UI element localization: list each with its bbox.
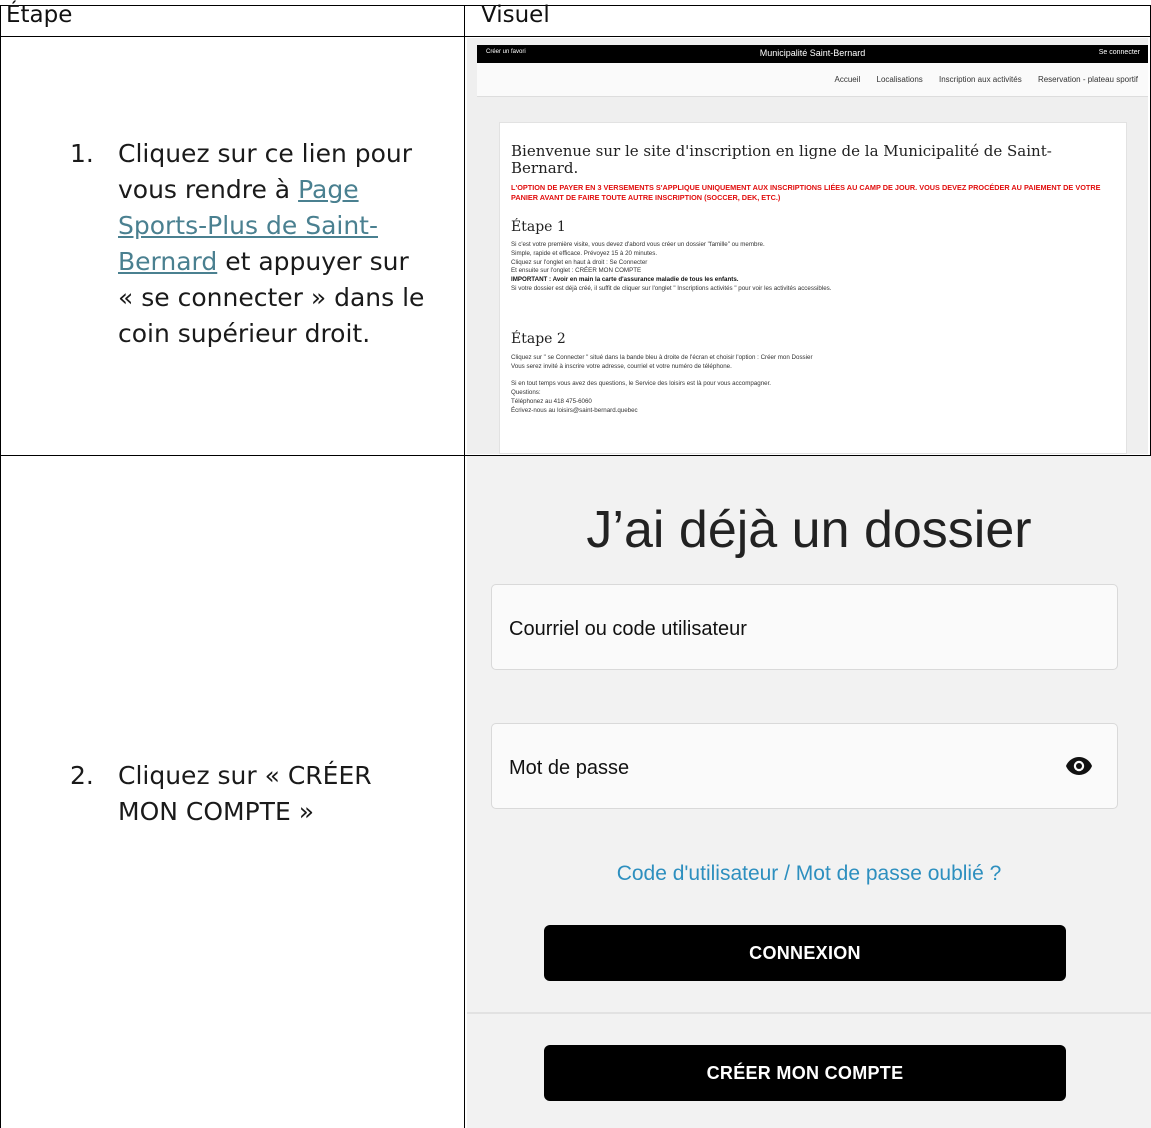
forgot-password-link[interactable]: Code d'utilisateur / Mot de passe oublié… <box>467 862 1151 886</box>
table-border-top <box>0 5 1151 6</box>
step2-text: 2. Cliquez sur « CRÉER MON COMPTE » <box>70 758 460 838</box>
etape1-line: Cliquez sur l'onglet en haut à droit : S… <box>511 258 648 266</box>
etape2-text: Cliquez sur " se Connecter " situé dans … <box>511 354 1121 416</box>
etape2-line: Questions: <box>511 389 541 397</box>
header-visual: Visuel <box>481 2 550 28</box>
site-topbar: Créer un favori Municipalité Saint-Berna… <box>477 45 1148 63</box>
step1-line4-text: et appuyer sur <box>217 247 409 276</box>
etape2-line: Vous serez invité à inscrire votre adres… <box>511 362 732 370</box>
login-link[interactable]: Se connecter <box>1099 49 1140 56</box>
header-step: Étape <box>6 2 73 28</box>
etape1-text: Si c'est votre première visite, vous dev… <box>511 241 1121 294</box>
etape2-line <box>511 372 1121 381</box>
eye-icon[interactable] <box>1065 756 1093 776</box>
table-column-divider <box>464 5 465 1128</box>
login-title: J’ai déjà un dossier <box>586 501 1032 559</box>
nav-item-localisations[interactable]: Localisations <box>877 75 923 84</box>
welcome-heading: Bienvenue sur le site d'inscription en l… <box>511 142 1052 177</box>
etape1-line: IMPORTANT : Avoir en main la carte d'ass… <box>511 276 1121 285</box>
connexion-button[interactable]: CONNEXION <box>544 925 1066 981</box>
step1-line: Bernard et appuyer sur <box>118 244 424 280</box>
nav-items: Accueil Localisations Inscription aux ac… <box>820 75 1138 84</box>
sports-plus-link[interactable]: Sports-Plus de Saint- <box>118 211 378 240</box>
step1-text: 1. Cliquez sur ce lien pour vous rendre … <box>70 136 460 366</box>
etape2-line: Écrivez-nous au loisirs@saint-bernard.qu… <box>511 406 638 414</box>
step1-line: « se connecter » dans le <box>118 283 425 312</box>
sports-plus-link[interactable]: Bernard <box>118 247 217 276</box>
step1-body: Cliquez sur ce lien pour vous rendre à P… <box>118 136 424 352</box>
step1-number: 1. <box>70 139 94 168</box>
etape1-line: Si votre dossier est déjà créé, il suffi… <box>511 284 832 292</box>
step2-line: Cliquez sur « CRÉER <box>118 761 372 790</box>
create-account-button[interactable]: CRÉER MON COMPTE <box>544 1045 1066 1101</box>
welcome-card: Bienvenue sur le site d'inscription en l… <box>499 122 1127 454</box>
important-note: IMPORTANT : Avoir en main la carte d'ass… <box>511 276 739 284</box>
nav-item-inscription[interactable]: Inscription aux activités <box>939 75 1022 84</box>
nav-item-reservation[interactable]: Reservation - plateau sportif <box>1038 75 1138 84</box>
etape2-line: Si en tout temps vous avez des questions… <box>511 380 772 388</box>
email-field[interactable]: Courriel ou code utilisateur <box>491 584 1118 670</box>
step2-body: Cliquez sur « CRÉER MON COMPTE » <box>118 758 372 830</box>
table-border-left <box>0 5 1 1128</box>
nav-item-accueil[interactable]: Accueil <box>834 75 860 84</box>
etape1-line: Si c'est votre première visite, vous dev… <box>511 241 765 248</box>
step1-line: Cliquez sur ce lien pour <box>118 139 413 168</box>
email-field-label: Courriel ou code utilisateur <box>509 618 747 640</box>
etape2-line: Cliquez sur " se Connecter " situé dans … <box>511 354 813 361</box>
step1-line: coin supérieur droit. <box>118 319 371 348</box>
step1-line: Sports-Plus de Saint- <box>118 208 424 244</box>
site-nav: Accueil Localisations Inscription aux ac… <box>477 63 1148 97</box>
password-field[interactable]: Mot de passe <box>491 723 1118 809</box>
etape1-heading: Étape 1 <box>511 219 566 235</box>
password-field-label: Mot de passe <box>509 757 630 779</box>
etape1-line: Et ensuite sur l'onglet : CRÉER MON COMP… <box>511 267 642 275</box>
step1-line2-text: vous rendre à <box>118 175 299 204</box>
step2-number: 2. <box>70 761 94 790</box>
section-divider <box>467 1012 1151 1014</box>
step1-line: vous rendre à Page <box>118 172 424 208</box>
site-title: Municipalité Saint-Bernard <box>759 48 866 58</box>
etape2-heading: Étape 2 <box>511 331 566 347</box>
etape2-line: Téléphonez au 418 475-6060 <box>511 397 592 405</box>
table-header-divider <box>0 36 1151 37</box>
etape1-line: Simple, rapide et efficace. Prévoyez 15 … <box>511 249 658 257</box>
website-screenshot: Créer un favori Municipalité Saint-Berna… <box>467 38 1148 454</box>
payment-warning: L'OPTION DE PAYER EN 3 VERSEMENTS S'APPL… <box>511 183 1101 202</box>
sports-plus-link[interactable]: Page <box>298 175 359 204</box>
step2-line: MON COMPTE » <box>118 797 314 826</box>
login-screenshot: J’ai déjà un dossier Courriel ou code ut… <box>467 456 1151 1128</box>
